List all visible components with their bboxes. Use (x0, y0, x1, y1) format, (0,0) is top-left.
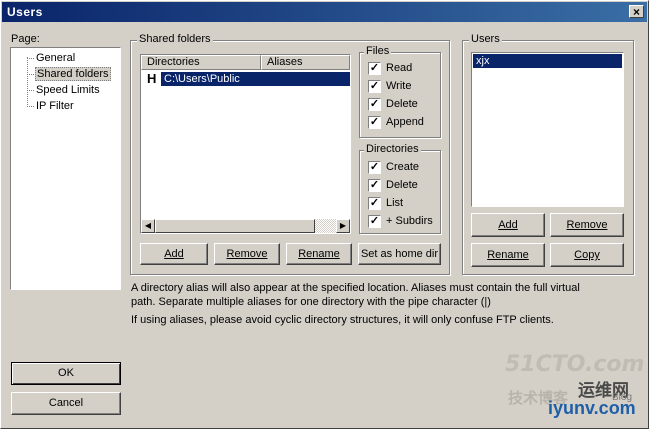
add-directory-button[interactable]: Add (140, 243, 208, 265)
dir-subdirs-checkbox[interactable]: ✓ (368, 215, 381, 228)
files-append-checkbox[interactable]: ✓ (368, 116, 381, 129)
files-read-checkbox[interactable]: ✓ (368, 62, 381, 75)
rename-user-label: Rename (487, 249, 529, 261)
files-read-label: Read (386, 62, 413, 74)
directory-cell[interactable]: C:\Users\Public (161, 72, 350, 86)
column-header-directories[interactable]: Directories (141, 55, 261, 70)
page-label: Page: (11, 33, 40, 45)
dir-subdirs-label: + Subdirs (386, 215, 433, 227)
check-icon: ✓ (369, 161, 380, 173)
tree-item-ip-filter[interactable]: IP Filter (36, 100, 74, 112)
ok-label: OK (58, 367, 74, 379)
dir-delete-checkbox[interactable]: ✓ (368, 179, 381, 192)
set-home-dir-button[interactable]: Set as home dir (358, 243, 441, 265)
watermark-iyunv: iyunv.com (548, 398, 636, 418)
rename-directory-label: Rename (298, 248, 340, 260)
files-delete-checkbox[interactable]: ✓ (368, 98, 381, 111)
tree-item-shared-folders[interactable]: Shared folders (35, 67, 111, 81)
check-icon: ✓ (369, 215, 380, 227)
copy-user-label: Copy (574, 249, 600, 261)
tree-line (27, 57, 28, 105)
scroll-left-button[interactable]: ◀ (141, 219, 155, 233)
tree-line (27, 74, 34, 75)
copy-user-button[interactable]: Copy (550, 243, 624, 267)
check-icon: ✓ (369, 116, 380, 128)
alias-note-line2: path. Separate multiple aliases for one … (131, 296, 491, 308)
scroll-thumb[interactable] (155, 219, 315, 233)
check-icon: ✓ (369, 80, 380, 92)
remove-user-label: Remove (566, 219, 608, 231)
dir-list-checkbox[interactable]: ✓ (368, 197, 381, 210)
tree-line (27, 90, 34, 91)
column-header-aliases[interactable]: Aliases (261, 55, 350, 70)
shared-folders-label: Shared folders (137, 33, 213, 45)
cancel-button[interactable]: Cancel (11, 392, 121, 415)
rename-user-button[interactable]: Rename (471, 243, 545, 267)
users-label: Users (469, 33, 502, 45)
table-row[interactable]: H C:\Users\Public (141, 71, 350, 87)
home-flag: H (147, 71, 157, 86)
set-home-dir-label: Set as home dir (360, 248, 439, 260)
add-user-label: Add (498, 219, 518, 231)
close-button[interactable]: × (629, 5, 644, 18)
files-write-label: Write (386, 80, 412, 92)
dir-delete-label: Delete (386, 179, 418, 191)
user-item-xjx[interactable]: xjx (473, 54, 622, 68)
check-icon: ✓ (369, 98, 380, 110)
tree-item-general[interactable]: General (36, 52, 75, 64)
directories-list[interactable]: Directories Aliases H C:\Users\Public ◀ … (140, 54, 351, 234)
remove-directory-button[interactable]: Remove (214, 243, 280, 265)
close-icon: × (632, 5, 640, 19)
files-write-checkbox[interactable]: ✓ (368, 80, 381, 93)
alias-note-line1: A directory alias will also appear at th… (131, 282, 580, 294)
ok-button[interactable]: OK (11, 362, 121, 385)
cancel-label: Cancel (48, 397, 84, 409)
horizontal-scrollbar[interactable]: ◀ ▶ (141, 219, 350, 233)
check-icon: ✓ (369, 197, 380, 209)
title-bar[interactable]: Users × (2, 2, 647, 22)
scroll-right-button[interactable]: ▶ (336, 219, 350, 233)
dir-create-label: Create (386, 161, 420, 173)
window-title: Users (7, 5, 43, 19)
watermark-51cto: 51CTO.com (505, 352, 645, 377)
tree-item-speed-limits[interactable]: Speed Limits (36, 84, 100, 96)
alias-note-line3: If using aliases, please avoid cyclic di… (131, 314, 554, 326)
scroll-right-icon: ▶ (339, 221, 347, 230)
remove-user-button[interactable]: Remove (550, 213, 624, 237)
tree-line (27, 106, 34, 107)
add-user-button[interactable]: Add (471, 213, 545, 237)
page-tree[interactable]: General Shared folders Speed Limits IP F… (10, 47, 121, 290)
dir-list-label: List (386, 197, 404, 209)
files-delete-label: Delete (386, 98, 418, 110)
check-icon: ✓ (369, 179, 380, 191)
check-icon: ✓ (369, 62, 380, 74)
files-label: Files (364, 45, 392, 57)
remove-directory-label: Remove (226, 248, 268, 260)
directories-label: Directories (364, 143, 421, 155)
rename-directory-button[interactable]: Rename (286, 243, 352, 265)
scroll-left-icon: ◀ (144, 221, 152, 230)
files-append-label: Append (386, 116, 424, 128)
users-list[interactable]: xjx (471, 52, 624, 207)
add-directory-label: Add (164, 248, 184, 260)
dir-create-checkbox[interactable]: ✓ (368, 161, 381, 174)
tree-line (27, 58, 34, 59)
